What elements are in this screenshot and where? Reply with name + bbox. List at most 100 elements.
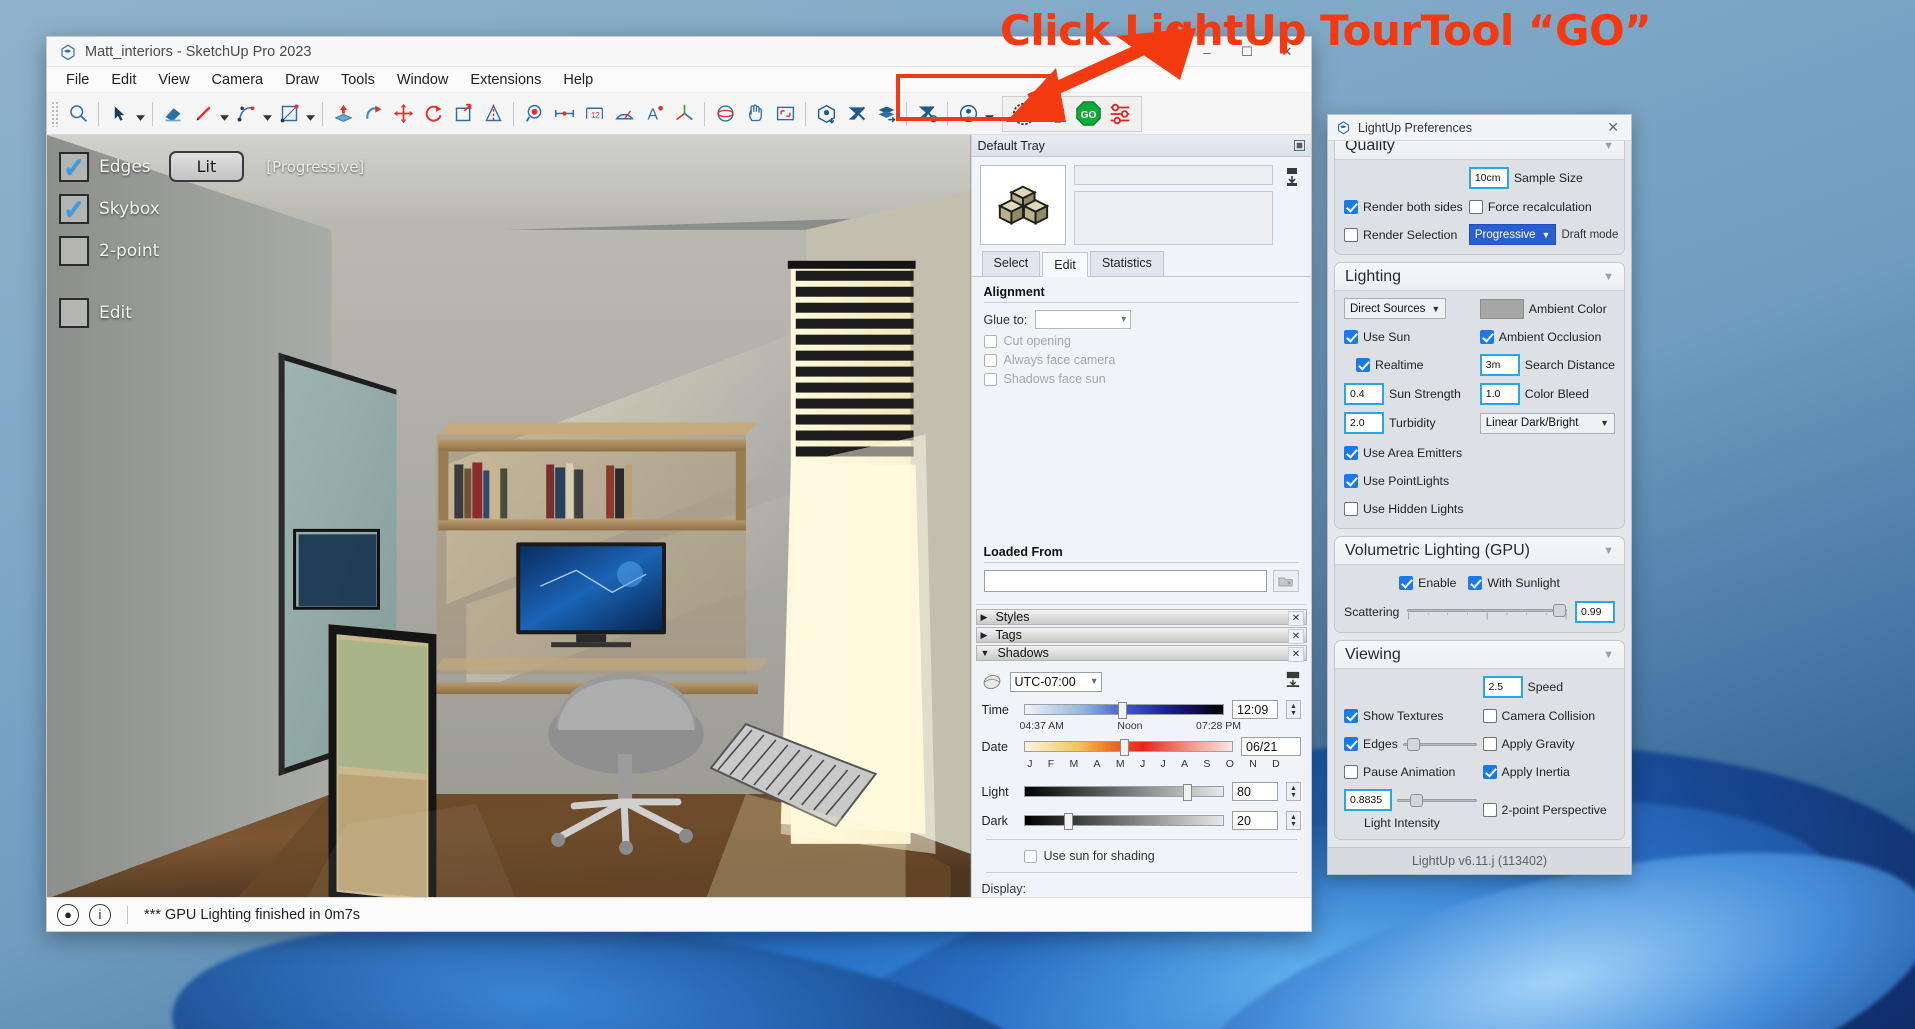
shadows-face-sun-checkbox[interactable] [984, 373, 997, 386]
use-area-emitters-checkbox[interactable] [1344, 446, 1358, 460]
tone-mapping-select[interactable]: Linear Dark/Bright ▼ [1480, 413, 1615, 434]
menu-camera[interactable]: Camera [201, 69, 275, 91]
draft-mode-select[interactable]: Progressive ▼ [1469, 224, 1557, 245]
glue-to-select[interactable]: ▾ [1035, 310, 1131, 329]
realtime-row[interactable]: Realtime [1344, 355, 1474, 376]
apply-inertia-row[interactable]: Apply Inertia [1483, 761, 1616, 782]
pause-animation-checkbox[interactable] [1344, 765, 1358, 779]
color-bleed-input[interactable]: 1.0 [1480, 383, 1520, 405]
loaded-from-input[interactable] [984, 570, 1267, 592]
panel-styles[interactable]: ▶ Styles ✕ [976, 609, 1307, 625]
light-intensity-slider[interactable] [1397, 795, 1477, 805]
always-face-camera-checkbox[interactable] [984, 354, 997, 367]
panel-styles-close[interactable]: ✕ [1288, 611, 1304, 626]
force-recalculation-checkbox[interactable] [1469, 200, 1483, 214]
edges-row[interactable]: Edges [1344, 733, 1477, 754]
lightup-render-button[interactable] [1009, 99, 1039, 129]
time-spinner[interactable]: ▲▼ [1286, 700, 1301, 719]
apply-gravity-row[interactable]: Apply Gravity [1483, 733, 1616, 754]
account-icon[interactable] [953, 99, 983, 129]
lightup-lights-button[interactable] [1041, 99, 1071, 129]
tape-measure-icon[interactable] [549, 99, 579, 129]
section-plane-icon[interactable] [811, 99, 841, 129]
dimension-icon[interactable]: 12 [579, 99, 609, 129]
chevron-down-icon[interactable]: ▼ [1603, 545, 1614, 557]
arc-dropdown-icon[interactable] [261, 99, 274, 129]
menu-tools[interactable]: Tools [330, 69, 386, 91]
two-point-perspective-row[interactable]: 2-point Perspective [1483, 799, 1616, 820]
two-point-perspective-checkbox[interactable] [1483, 803, 1497, 817]
chevron-down-icon[interactable]: ▼ [1603, 271, 1614, 283]
sample-size-input[interactable]: 10cm [1469, 167, 1509, 189]
hud-row-edit[interactable]: Edit [59, 298, 364, 328]
hud-checkbox-edges[interactable]: ✓ [59, 152, 89, 182]
tab-statistics[interactable]: Statistics [1090, 251, 1164, 276]
hud-lit-button[interactable]: Lit [169, 151, 245, 182]
menu-window[interactable]: Window [386, 69, 460, 91]
sandbox-icon[interactable] [912, 99, 942, 129]
menu-help[interactable]: Help [552, 69, 604, 91]
ambient-occlusion-row[interactable]: Ambient Occlusion [1480, 326, 1615, 347]
search-distance-input[interactable]: 3m [1480, 354, 1520, 376]
use-sun-row[interactable]: Use Sun [1344, 326, 1474, 347]
group-quality-header[interactable]: Quality ▼ [1335, 141, 1624, 160]
hud-row-edges[interactable]: ✓ Edges Lit [Progressive] [59, 151, 364, 182]
select-dropdown-icon[interactable] [134, 99, 147, 129]
group-volumetric-header[interactable]: Volumetric Lighting (GPU) ▼ [1335, 537, 1624, 565]
scale-icon[interactable] [448, 99, 478, 129]
pushpull-icon[interactable] [328, 99, 358, 129]
render-both-sides-checkbox[interactable] [1344, 200, 1358, 214]
with-sunlight-checkbox[interactable] [1468, 576, 1482, 590]
time-value[interactable]: 12:09 [1232, 700, 1278, 719]
toolbar-grip[interactable] [51, 101, 59, 127]
render-selection-row[interactable]: Render Selection [1344, 224, 1463, 245]
use-hidden-lights-row[interactable]: Use Hidden Lights [1344, 498, 1615, 519]
arc-icon[interactable] [231, 99, 261, 129]
move-icon[interactable] [388, 99, 418, 129]
orbit-icon[interactable] [710, 99, 740, 129]
use-sun-for-shading-checkbox[interactable] [1024, 850, 1037, 863]
menu-draw[interactable]: Draw [274, 69, 330, 91]
date-slider[interactable] [1024, 741, 1233, 752]
panel-shadows[interactable]: ▼ Shadows ✕ [976, 645, 1307, 661]
select-arrow-icon[interactable] [104, 99, 134, 129]
lightup-prefs-scroll[interactable]: Quality ▼ 10cm Sample Size Render both s… [1328, 141, 1631, 847]
lightup-tourtool-go-button[interactable]: GO [1073, 99, 1103, 129]
volumetric-enable-checkbox[interactable] [1399, 576, 1413, 590]
speed-input[interactable]: 2.5 [1483, 676, 1523, 698]
pan-icon[interactable] [740, 99, 770, 129]
tab-select[interactable]: Select [982, 251, 1041, 276]
group-viewing-header[interactable]: Viewing ▼ [1335, 641, 1624, 669]
insert-component-icon[interactable] [1281, 165, 1303, 245]
ambient-color-swatch[interactable] [1480, 299, 1524, 319]
paint-bucket-icon[interactable] [519, 99, 549, 129]
hud-checkbox-skybox[interactable]: ✓ [59, 194, 89, 224]
force-recalculation-row[interactable]: Force recalculation [1469, 196, 1619, 217]
direct-sources-select[interactable]: Direct Sources ▼ [1344, 298, 1446, 319]
timezone-select[interactable]: UTC-07:00 ▾ [1010, 672, 1102, 692]
lightup-preferences-button[interactable] [1105, 99, 1135, 129]
panel-tags[interactable]: ▶ Tags ✕ [976, 627, 1307, 643]
cut-opening-row[interactable]: Cut opening [984, 334, 1299, 348]
rectangle-icon[interactable] [274, 99, 304, 129]
sun-strength-input[interactable]: 0.4 [1344, 383, 1384, 405]
pencil-dropdown-icon[interactable] [218, 99, 231, 129]
pin-icon[interactable] [1294, 140, 1305, 151]
camera-collision-checkbox[interactable] [1483, 709, 1497, 723]
light-value[interactable]: 80 [1232, 782, 1278, 801]
zoom-icon[interactable] [63, 99, 93, 129]
volumetric-enable-row[interactable]: Enable [1399, 572, 1456, 593]
dark-slider[interactable] [1024, 815, 1224, 826]
folder-open-icon[interactable] [1273, 570, 1299, 592]
always-face-camera-row[interactable]: Always face camera [984, 353, 1299, 367]
solid-tools-icon[interactable] [841, 99, 871, 129]
component-description-input[interactable] [1074, 191, 1273, 245]
cut-opening-checkbox[interactable] [984, 335, 997, 348]
use-pointlights-checkbox[interactable] [1344, 474, 1358, 488]
mirror-icon[interactable] [478, 99, 508, 129]
show-textures-checkbox[interactable] [1344, 709, 1358, 723]
chevron-down-icon[interactable]: ▼ [1603, 141, 1614, 152]
hud-row-skybox[interactable]: ✓ Skybox [59, 194, 364, 224]
account-dropdown-icon[interactable] [983, 99, 996, 129]
menu-extensions[interactable]: Extensions [459, 69, 552, 91]
